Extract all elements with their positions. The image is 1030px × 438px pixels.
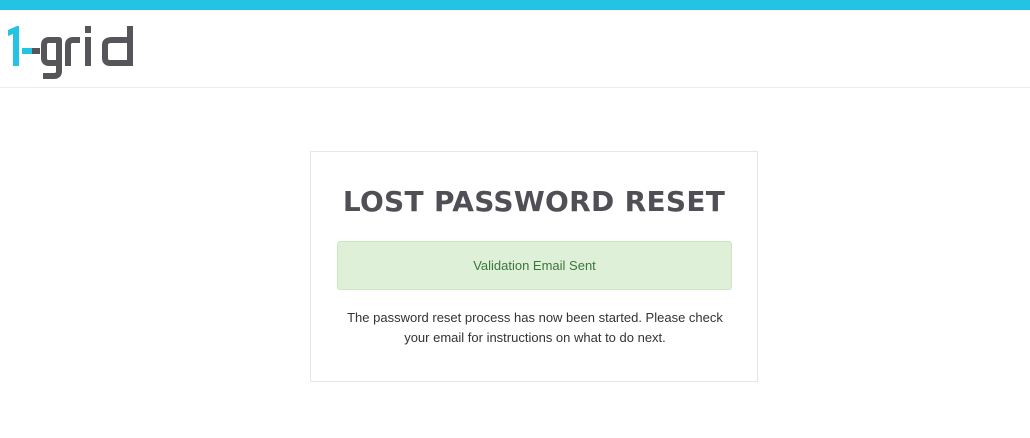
alert-text: Validation Email Sent (473, 258, 596, 273)
top-accent-strip (0, 0, 1030, 10)
instruction-message: The password reset process has now been … (347, 310, 723, 345)
logo: 1 (8, 26, 133, 79)
success-alert: Validation Email Sent (337, 241, 732, 290)
page-title: LOST PASSWORD RESET (342, 185, 726, 218)
site-header: 1 (0, 10, 1030, 88)
password-reset-card: LOST PASSWORD RESET Validation Email Sen… (310, 151, 758, 382)
